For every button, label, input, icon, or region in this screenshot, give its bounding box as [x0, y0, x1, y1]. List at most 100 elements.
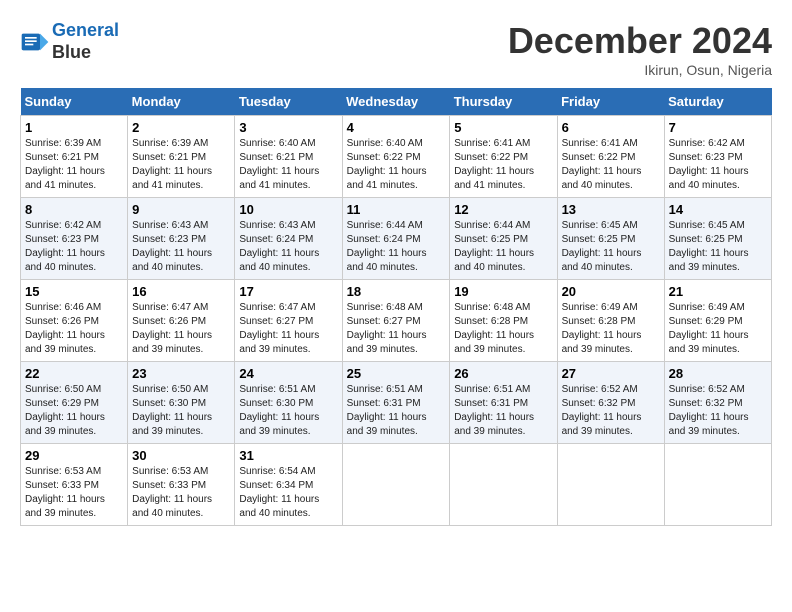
day-number: 28 [669, 366, 767, 381]
calendar-cell: 24 Sunrise: 6:51 AMSunset: 6:30 PMDaylig… [235, 362, 342, 444]
day-info: Sunrise: 6:53 AMSunset: 6:33 PMDaylight:… [25, 466, 105, 519]
day-number: 17 [239, 284, 337, 299]
weekday-header-monday: Monday [128, 88, 235, 116]
day-info: Sunrise: 6:51 AMSunset: 6:31 PMDaylight:… [347, 384, 427, 437]
day-number: 18 [347, 284, 446, 299]
day-info: Sunrise: 6:43 AMSunset: 6:24 PMDaylight:… [239, 220, 319, 273]
logo: General Blue [20, 20, 119, 63]
day-info: Sunrise: 6:51 AMSunset: 6:30 PMDaylight:… [239, 384, 319, 437]
calendar-cell: 14 Sunrise: 6:45 AMSunset: 6:25 PMDaylig… [664, 198, 771, 280]
calendar-cell: 20 Sunrise: 6:49 AMSunset: 6:28 PMDaylig… [557, 280, 664, 362]
calendar-cell [664, 444, 771, 526]
day-number: 1 [25, 120, 123, 135]
calendar-cell: 13 Sunrise: 6:45 AMSunset: 6:25 PMDaylig… [557, 198, 664, 280]
calendar-cell: 31 Sunrise: 6:54 AMSunset: 6:34 PMDaylig… [235, 444, 342, 526]
day-number: 13 [562, 202, 660, 217]
day-info: Sunrise: 6:41 AMSunset: 6:22 PMDaylight:… [454, 138, 534, 191]
day-number: 20 [562, 284, 660, 299]
calendar-cell: 26 Sunrise: 6:51 AMSunset: 6:31 PMDaylig… [450, 362, 557, 444]
logo-line2: Blue [52, 42, 119, 64]
weekday-header-tuesday: Tuesday [235, 88, 342, 116]
day-number: 24 [239, 366, 337, 381]
calendar-cell: 2 Sunrise: 6:39 AMSunset: 6:21 PMDayligh… [128, 116, 235, 198]
calendar-cell: 4 Sunrise: 6:40 AMSunset: 6:22 PMDayligh… [342, 116, 450, 198]
day-info: Sunrise: 6:46 AMSunset: 6:26 PMDaylight:… [25, 302, 105, 355]
day-number: 25 [347, 366, 446, 381]
calendar-cell: 5 Sunrise: 6:41 AMSunset: 6:22 PMDayligh… [450, 116, 557, 198]
calendar-cell: 19 Sunrise: 6:48 AMSunset: 6:28 PMDaylig… [450, 280, 557, 362]
day-number: 19 [454, 284, 552, 299]
day-number: 10 [239, 202, 337, 217]
day-info: Sunrise: 6:43 AMSunset: 6:23 PMDaylight:… [132, 220, 212, 273]
weekday-header-sunday: Sunday [21, 88, 128, 116]
calendar-cell: 1 Sunrise: 6:39 AMSunset: 6:21 PMDayligh… [21, 116, 128, 198]
calendar-cell: 12 Sunrise: 6:44 AMSunset: 6:25 PMDaylig… [450, 198, 557, 280]
calendar-cell: 15 Sunrise: 6:46 AMSunset: 6:26 PMDaylig… [21, 280, 128, 362]
calendar-cell: 3 Sunrise: 6:40 AMSunset: 6:21 PMDayligh… [235, 116, 342, 198]
week-row-1: 1 Sunrise: 6:39 AMSunset: 6:21 PMDayligh… [21, 116, 772, 198]
page-header: General Blue December 2024 Ikirun, Osun,… [20, 20, 772, 78]
day-info: Sunrise: 6:42 AMSunset: 6:23 PMDaylight:… [669, 138, 749, 191]
day-number: 7 [669, 120, 767, 135]
calendar-cell: 18 Sunrise: 6:48 AMSunset: 6:27 PMDaylig… [342, 280, 450, 362]
title-block: December 2024 Ikirun, Osun, Nigeria [508, 20, 772, 78]
day-info: Sunrise: 6:52 AMSunset: 6:32 PMDaylight:… [562, 384, 642, 437]
day-info: Sunrise: 6:50 AMSunset: 6:29 PMDaylight:… [25, 384, 105, 437]
day-info: Sunrise: 6:49 AMSunset: 6:28 PMDaylight:… [562, 302, 642, 355]
calendar-cell: 8 Sunrise: 6:42 AMSunset: 6:23 PMDayligh… [21, 198, 128, 280]
day-number: 31 [239, 448, 337, 463]
calendar-cell [557, 444, 664, 526]
calendar-cell: 25 Sunrise: 6:51 AMSunset: 6:31 PMDaylig… [342, 362, 450, 444]
day-number: 2 [132, 120, 230, 135]
calendar-cell: 29 Sunrise: 6:53 AMSunset: 6:33 PMDaylig… [21, 444, 128, 526]
day-number: 8 [25, 202, 123, 217]
day-number: 23 [132, 366, 230, 381]
day-info: Sunrise: 6:41 AMSunset: 6:22 PMDaylight:… [562, 138, 642, 191]
calendar-cell [450, 444, 557, 526]
calendar-cell: 9 Sunrise: 6:43 AMSunset: 6:23 PMDayligh… [128, 198, 235, 280]
calendar-cell: 17 Sunrise: 6:47 AMSunset: 6:27 PMDaylig… [235, 280, 342, 362]
day-info: Sunrise: 6:51 AMSunset: 6:31 PMDaylight:… [454, 384, 534, 437]
day-number: 29 [25, 448, 123, 463]
day-info: Sunrise: 6:40 AMSunset: 6:22 PMDaylight:… [347, 138, 427, 191]
day-info: Sunrise: 6:52 AMSunset: 6:32 PMDaylight:… [669, 384, 749, 437]
week-row-5: 29 Sunrise: 6:53 AMSunset: 6:33 PMDaylig… [21, 444, 772, 526]
calendar-cell: 7 Sunrise: 6:42 AMSunset: 6:23 PMDayligh… [664, 116, 771, 198]
day-number: 22 [25, 366, 123, 381]
day-info: Sunrise: 6:39 AMSunset: 6:21 PMDaylight:… [132, 138, 212, 191]
day-info: Sunrise: 6:48 AMSunset: 6:28 PMDaylight:… [454, 302, 534, 355]
day-number: 21 [669, 284, 767, 299]
day-number: 26 [454, 366, 552, 381]
logo-line1: General [52, 20, 119, 40]
calendar-cell: 28 Sunrise: 6:52 AMSunset: 6:32 PMDaylig… [664, 362, 771, 444]
day-number: 14 [669, 202, 767, 217]
week-row-2: 8 Sunrise: 6:42 AMSunset: 6:23 PMDayligh… [21, 198, 772, 280]
month-title: December 2024 [508, 20, 772, 62]
day-number: 16 [132, 284, 230, 299]
calendar-cell: 6 Sunrise: 6:41 AMSunset: 6:22 PMDayligh… [557, 116, 664, 198]
weekday-header-wednesday: Wednesday [342, 88, 450, 116]
location: Ikirun, Osun, Nigeria [508, 62, 772, 78]
weekday-header-friday: Friday [557, 88, 664, 116]
day-info: Sunrise: 6:49 AMSunset: 6:29 PMDaylight:… [669, 302, 749, 355]
day-number: 15 [25, 284, 123, 299]
day-info: Sunrise: 6:47 AMSunset: 6:27 PMDaylight:… [239, 302, 319, 355]
day-info: Sunrise: 6:45 AMSunset: 6:25 PMDaylight:… [562, 220, 642, 273]
day-number: 3 [239, 120, 337, 135]
logo-icon [20, 27, 50, 57]
week-row-4: 22 Sunrise: 6:50 AMSunset: 6:29 PMDaylig… [21, 362, 772, 444]
day-number: 11 [347, 202, 446, 217]
day-info: Sunrise: 6:45 AMSunset: 6:25 PMDaylight:… [669, 220, 749, 273]
calendar-cell: 23 Sunrise: 6:50 AMSunset: 6:30 PMDaylig… [128, 362, 235, 444]
day-info: Sunrise: 6:39 AMSunset: 6:21 PMDaylight:… [25, 138, 105, 191]
calendar-cell [342, 444, 450, 526]
day-info: Sunrise: 6:50 AMSunset: 6:30 PMDaylight:… [132, 384, 212, 437]
weekday-header-row: SundayMondayTuesdayWednesdayThursdayFrid… [21, 88, 772, 116]
day-info: Sunrise: 6:44 AMSunset: 6:24 PMDaylight:… [347, 220, 427, 273]
day-info: Sunrise: 6:44 AMSunset: 6:25 PMDaylight:… [454, 220, 534, 273]
day-number: 4 [347, 120, 446, 135]
day-info: Sunrise: 6:47 AMSunset: 6:26 PMDaylight:… [132, 302, 212, 355]
calendar-cell: 22 Sunrise: 6:50 AMSunset: 6:29 PMDaylig… [21, 362, 128, 444]
day-number: 9 [132, 202, 230, 217]
calendar-cell: 11 Sunrise: 6:44 AMSunset: 6:24 PMDaylig… [342, 198, 450, 280]
